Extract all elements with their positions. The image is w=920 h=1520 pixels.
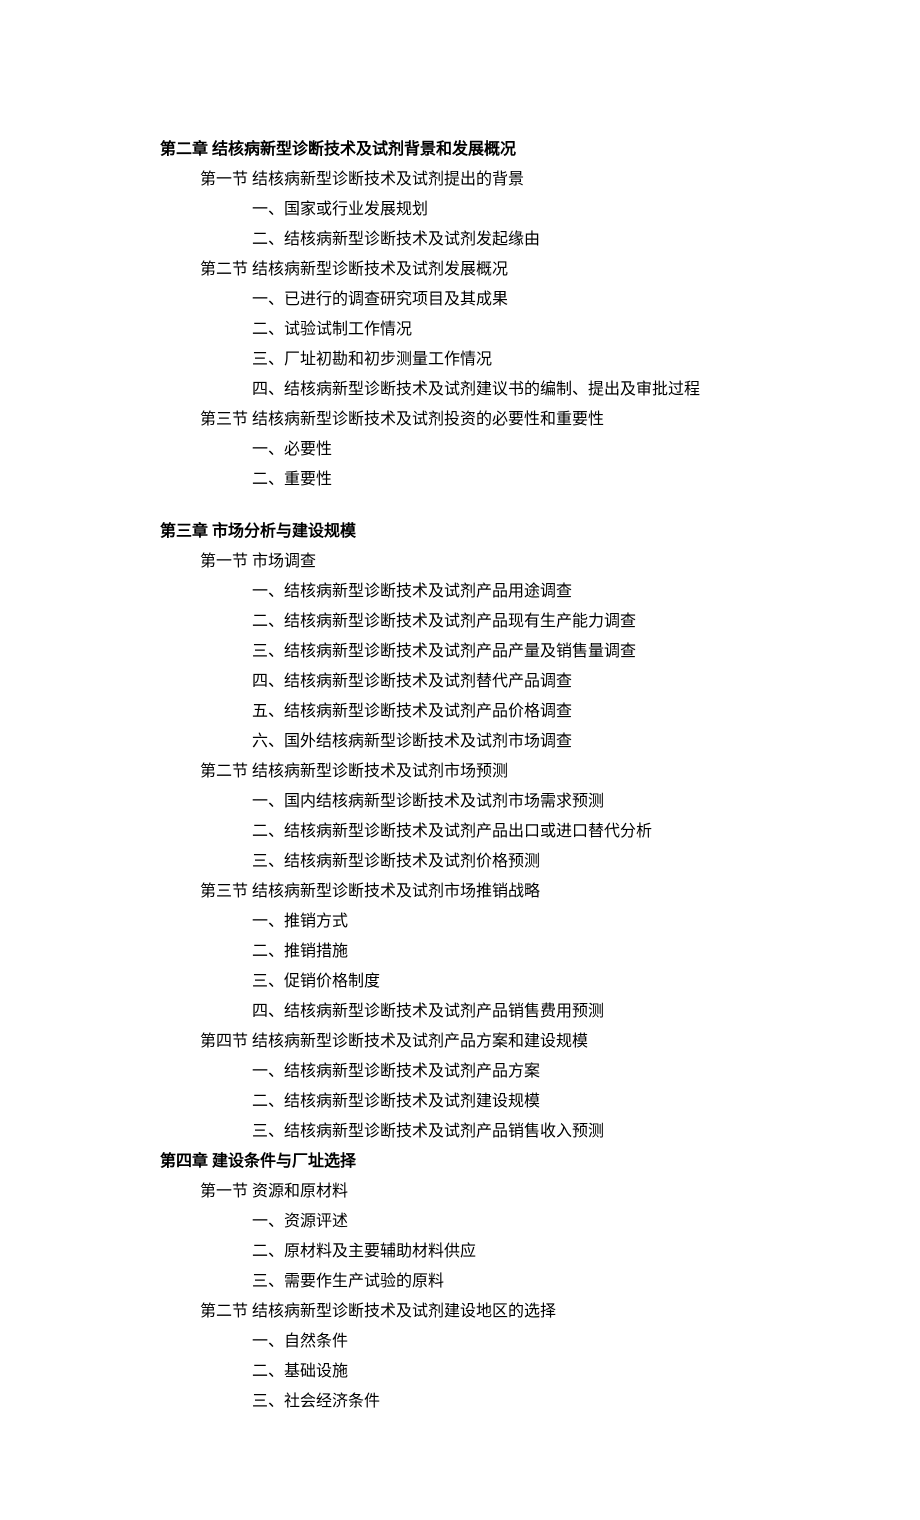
outline-item: 二、推销措施 — [160, 940, 760, 964]
outline-item: 三、结核病新型诊断技术及试剂价格预测 — [160, 850, 760, 874]
outline-item: 二、重要性 — [160, 468, 760, 492]
outline-item: 二、结核病新型诊断技术及试剂建设规模 — [160, 1090, 760, 1114]
outline-item: 一、国内结核病新型诊断技术及试剂市场需求预测 — [160, 790, 760, 814]
outline-item: 三、社会经济条件 — [160, 1390, 760, 1414]
section-title: 第二节 结核病新型诊断技术及试剂建设地区的选择 — [160, 1300, 760, 1324]
outline-item: 四、结核病新型诊断技术及试剂建议书的编制、提出及审批过程 — [160, 378, 760, 402]
outline-item: 二、结核病新型诊断技术及试剂产品现有生产能力调查 — [160, 610, 760, 634]
section-title: 第一节 市场调查 — [160, 550, 760, 574]
section-title: 第一节 结核病新型诊断技术及试剂提出的背景 — [160, 168, 760, 192]
outline-item: 一、已进行的调查研究项目及其成果 — [160, 288, 760, 312]
outline-item: 一、国家或行业发展规划 — [160, 198, 760, 222]
outline-item: 四、结核病新型诊断技术及试剂产品销售费用预测 — [160, 1000, 760, 1024]
outline-item: 三、结核病新型诊断技术及试剂产品产量及销售量调查 — [160, 640, 760, 664]
outline-item: 一、结核病新型诊断技术及试剂产品用途调查 — [160, 580, 760, 604]
section-title: 第二节 结核病新型诊断技术及试剂发展概况 — [160, 258, 760, 282]
section-title: 第二节 结核病新型诊断技术及试剂市场预测 — [160, 760, 760, 784]
outline-item: 三、厂址初勘和初步测量工作情况 — [160, 348, 760, 372]
chapter-title: 第四章 建设条件与厂址选择 — [160, 1150, 760, 1174]
section-title: 第四节 结核病新型诊断技术及试剂产品方案和建设规模 — [160, 1030, 760, 1054]
outline-item: 二、试验试制工作情况 — [160, 318, 760, 342]
outline-item: 三、促销价格制度 — [160, 970, 760, 994]
section-title: 第三节 结核病新型诊断技术及试剂投资的必要性和重要性 — [160, 408, 760, 432]
outline-item: 一、推销方式 — [160, 910, 760, 934]
outline-item: 四、结核病新型诊断技术及试剂替代产品调查 — [160, 670, 760, 694]
outline-item: 六、国外结核病新型诊断技术及试剂市场调查 — [160, 730, 760, 754]
outline-item: 一、资源评述 — [160, 1210, 760, 1234]
outline-item: 二、原材料及主要辅助材料供应 — [160, 1240, 760, 1264]
section-title: 第一节 资源和原材料 — [160, 1180, 760, 1204]
outline-item: 三、需要作生产试验的原料 — [160, 1270, 760, 1294]
outline-item: 三、结核病新型诊断技术及试剂产品销售收入预测 — [160, 1120, 760, 1144]
chapter-title: 第二章 结核病新型诊断技术及试剂背景和发展概况 — [160, 138, 760, 162]
outline-item: 二、结核病新型诊断技术及试剂产品出口或进口替代分析 — [160, 820, 760, 844]
outline-item: 五、结核病新型诊断技术及试剂产品价格调查 — [160, 700, 760, 724]
outline-item: 一、必要性 — [160, 438, 760, 462]
outline-item: 二、结核病新型诊断技术及试剂发起缘由 — [160, 228, 760, 252]
document-content: 第二章 结核病新型诊断技术及试剂背景和发展概况第一节 结核病新型诊断技术及试剂提… — [160, 138, 760, 1414]
section-title: 第三节 结核病新型诊断技术及试剂市场推销战略 — [160, 880, 760, 904]
outline-item: 二、基础设施 — [160, 1360, 760, 1384]
chapter-title: 第三章 市场分析与建设规模 — [160, 520, 760, 544]
outline-item: 一、结核病新型诊断技术及试剂产品方案 — [160, 1060, 760, 1084]
outline-item: 一、自然条件 — [160, 1330, 760, 1354]
